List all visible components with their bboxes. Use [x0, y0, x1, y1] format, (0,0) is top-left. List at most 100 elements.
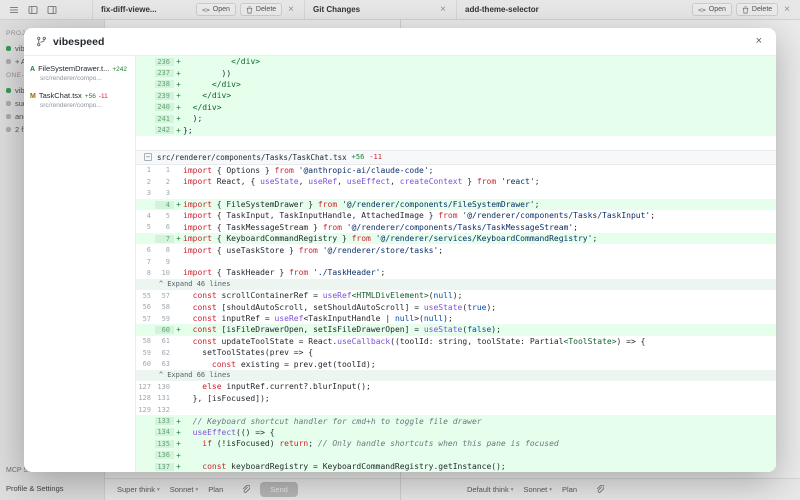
- diff-marker: +: [174, 325, 183, 334]
- new-line-number: 239: [155, 92, 174, 100]
- new-line-number: 5: [155, 212, 174, 220]
- code-text: useEffect(() => {: [183, 428, 776, 437]
- file-status-badge: M: [30, 93, 36, 100]
- new-line-number: 62: [155, 349, 174, 357]
- code-text: </div>: [183, 57, 776, 66]
- diff-marker: +: [174, 234, 183, 243]
- new-line-number: 6: [155, 223, 174, 231]
- old-line-number: 128: [136, 394, 155, 402]
- code-text: import { Options } from '@anthropic-ai/c…: [183, 166, 776, 175]
- code-text: import React, { useState, useRef, useEff…: [183, 177, 776, 186]
- expand-label: Expand 66 lines: [167, 371, 230, 379]
- diff-line: 242+};: [136, 124, 776, 135]
- file-list-item[interactable]: MTaskChat.tsx+56-11src/renderer/compo...: [30, 91, 129, 109]
- old-line-number: 5: [136, 223, 155, 231]
- diff-line: 135+ if (!isFocused) return; // Only han…: [136, 438, 776, 449]
- modal-body: AFileSystemDrawer.t...+242src/renderer/c…: [24, 56, 776, 472]
- new-line-number: 3: [155, 189, 174, 197]
- code-text: const existing = prev.get(toolId);: [183, 360, 776, 369]
- collapse-icon[interactable]: −: [144, 153, 152, 161]
- new-line-number: 4: [155, 201, 174, 209]
- code-text: const [shouldAutoScroll, setShouldAutoSc…: [183, 303, 776, 312]
- diff-line: 5759 const inputRef = useRef<TaskInputHa…: [136, 313, 776, 324]
- diff-line: 22import React, { useState, useRef, useE…: [136, 176, 776, 187]
- code-text: </div>: [183, 80, 776, 89]
- file-path: src/renderer/compo...: [40, 75, 129, 82]
- old-line-number: 4: [136, 212, 155, 220]
- diff-line: 6063 const existing = prev.get(toolId);: [136, 358, 776, 369]
- code-text: if (!isFocused) return; // Only handle s…: [183, 439, 776, 448]
- diff-view: 236+ </div>237+ ))238+ </div>239+ </div>…: [136, 56, 776, 472]
- diff-line: 5962 setToolStates(prev => {: [136, 347, 776, 358]
- git-changes-modal: vibespeed × AFileSystemDrawer.t...+242sr…: [24, 28, 776, 472]
- code-text: import { FileSystemDrawer } from '@/rend…: [183, 200, 776, 209]
- diff-line: 68import { useTaskStore } from '@/render…: [136, 244, 776, 255]
- new-line-number: 133: [155, 417, 174, 425]
- diff-line: 129132: [136, 404, 776, 415]
- diff-line: 56 import { TaskMessageStream } from '@/r…: [136, 222, 776, 233]
- old-line-number: 127: [136, 383, 155, 391]
- diff-marker: +: [174, 428, 183, 437]
- old-line-number: 57: [136, 315, 155, 323]
- diff-line: 4+import { FileSystemDrawer } from '@/re…: [136, 199, 776, 210]
- diff-line: 5658 const [shouldAutoScroll, setShouldA…: [136, 301, 776, 312]
- new-line-number: 57: [155, 292, 174, 300]
- diff-line: 238+ </div>: [136, 79, 776, 90]
- diff-gap: [136, 136, 776, 150]
- new-line-number: 131: [155, 394, 174, 402]
- old-line-number: 7: [136, 258, 155, 266]
- old-line-number: 8: [136, 269, 155, 277]
- code-text: import { KeyboardCommandRegistry } from …: [183, 234, 776, 243]
- close-icon[interactable]: ×: [754, 36, 764, 47]
- new-line-number: 136: [155, 451, 174, 459]
- new-line-number: 241: [155, 115, 174, 123]
- new-line-number: 240: [155, 103, 174, 111]
- old-line-number: 58: [136, 337, 155, 345]
- code-text: const updateToolState = React.useCallbac…: [183, 337, 776, 346]
- diff-line: 134+ useEffect(() => {: [136, 427, 776, 438]
- new-line-number: 1: [155, 166, 174, 174]
- code-text: const scrollContainerRef = useRef<HTMLDi…: [183, 291, 776, 300]
- code-text: )): [183, 69, 776, 78]
- modal-header: vibespeed ×: [24, 28, 776, 56]
- code-text: import { TaskMessageStream } from '@/ren…: [183, 223, 776, 232]
- old-line-number: 2: [136, 178, 155, 186]
- diff-line: 5861 const updateToolState = React.useCa…: [136, 336, 776, 347]
- new-line-number: 61: [155, 337, 174, 345]
- diff-line: 239+ </div>: [136, 90, 776, 101]
- file-list-item[interactable]: AFileSystemDrawer.t...+242src/renderer/c…: [30, 64, 129, 82]
- code-text: import { TaskInput, TaskInputHandle, Att…: [183, 211, 776, 220]
- diff-line: 11import { Options } from '@anthropic-ai…: [136, 165, 776, 176]
- diff-line: 33: [136, 188, 776, 199]
- new-line-number: 238: [155, 80, 174, 88]
- diff-line: 810import { TaskHeader } from './TaskHea…: [136, 267, 776, 278]
- diff-marker: +: [174, 114, 183, 123]
- diff-line: 127130 else inputRef.current?.blurInput(…: [136, 381, 776, 392]
- new-line-number: 10: [155, 269, 174, 277]
- diff-file-header[interactable]: −src/renderer/components/Tasks/TaskChat.…: [136, 150, 776, 165]
- new-line-number: 63: [155, 360, 174, 368]
- diff-marker: +: [174, 69, 183, 78]
- diff-line: 45 import { TaskInput, TaskInputHandle, A…: [136, 210, 776, 221]
- new-line-number: 236: [155, 58, 174, 66]
- diff-marker: +: [174, 439, 183, 448]
- diff-line: 236+ </div>: [136, 56, 776, 67]
- file-additions: +56: [352, 153, 365, 161]
- additions-count: +56: [85, 93, 96, 100]
- code-text: // Keyboard shortcut handler for cmd+h t…: [183, 417, 776, 426]
- new-line-number: 8: [155, 246, 174, 254]
- new-line-number: 58: [155, 303, 174, 311]
- new-line-number: 135: [155, 440, 174, 448]
- expand-lines-button[interactable]: ^Expand 46 lines: [136, 279, 776, 290]
- additions-count: +242: [112, 66, 127, 73]
- expand-lines-button[interactable]: ^Expand 66 lines: [136, 370, 776, 381]
- code-text: </div>: [183, 103, 776, 112]
- diff-line: 7+import { KeyboardCommandRegistry } fro…: [136, 233, 776, 244]
- diff-line: 137+ const keyboardRegistry = KeyboardCo…: [136, 461, 776, 472]
- code-text: else inputRef.current?.blurInput();: [183, 382, 776, 391]
- new-line-number: 237: [155, 69, 174, 77]
- chevron-up-icon: ^: [159, 280, 163, 288]
- diff-line: 237+ )): [136, 67, 776, 78]
- new-line-number: 59: [155, 315, 174, 323]
- new-line-number: 130: [155, 383, 174, 391]
